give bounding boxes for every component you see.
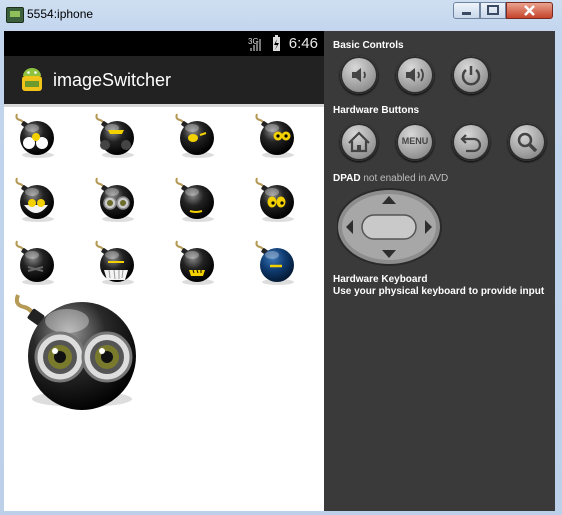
power-icon xyxy=(461,66,481,86)
bomb-thumbnail[interactable] xyxy=(172,175,220,223)
bomb-thumbnail[interactable] xyxy=(92,238,140,286)
power-button[interactable] xyxy=(452,56,490,94)
dpad-title: DPAD xyxy=(333,173,361,184)
emulator-controls-panel: Basic Controls Hardware Buttons MENU DPA… xyxy=(324,31,555,511)
title-bar: 5554:iphone xyxy=(0,0,562,30)
dpad-note: not enabled in AVD xyxy=(363,173,449,184)
volume-down-button[interactable] xyxy=(340,56,378,94)
close-button[interactable] xyxy=(506,2,553,19)
bomb-thumbnail[interactable] xyxy=(252,238,300,286)
image-switcher-preview[interactable] xyxy=(12,289,142,414)
clock: 6:46 xyxy=(288,35,318,52)
device-screen: 3G 6:46 imageSwitcher xyxy=(4,31,324,511)
maximize-button[interactable] xyxy=(480,2,506,19)
basic-controls-heading: Basic Controls xyxy=(333,40,404,51)
volume-up-button[interactable] xyxy=(396,56,434,94)
emulator-window: 5554:iphone 3G 6:46 imageSwitcher Basic … xyxy=(0,0,562,515)
volume-down-icon xyxy=(352,68,366,82)
volume-up-icon xyxy=(406,68,424,82)
emulator-app-icon xyxy=(6,7,24,23)
bomb-thumbnail[interactable] xyxy=(252,111,300,159)
home-button[interactable] xyxy=(340,123,378,161)
app-title: imageSwitcher xyxy=(53,70,172,90)
bomb-thumbnail[interactable] xyxy=(172,111,220,159)
search-button[interactable] xyxy=(508,123,546,161)
search-icon xyxy=(517,132,538,153)
bomb-thumbnail[interactable] xyxy=(92,111,140,159)
dpad-heading: DPAD not enabled in AVD xyxy=(333,173,448,184)
bomb-thumbnail[interactable] xyxy=(172,238,220,286)
signal-icon: 3G xyxy=(248,35,280,51)
bomb-thumbnail[interactable] xyxy=(12,238,60,286)
bomb-thumbnail[interactable] xyxy=(92,175,140,223)
dpad-center-button[interactable] xyxy=(361,214,417,240)
hardware-keyboard-note: Use your physical keyboard to provide in… xyxy=(333,286,545,297)
dpad-control[interactable] xyxy=(337,188,443,266)
home-icon xyxy=(348,131,370,153)
bomb-thumbnail[interactable] xyxy=(12,111,60,159)
bomb-thumbnail[interactable] xyxy=(12,175,60,223)
bomb-thumbnail[interactable] xyxy=(252,175,300,223)
status-bar: 3G 6:46 xyxy=(4,31,324,56)
android-icon xyxy=(22,68,42,91)
back-icon xyxy=(460,134,482,153)
menu-button-label: MENU xyxy=(401,136,429,146)
minimize-button[interactable] xyxy=(453,2,480,19)
hardware-keyboard-heading: Hardware Keyboard xyxy=(333,274,428,285)
window-title: 5554:iphone xyxy=(27,7,94,21)
action-bar: imageSwitcher xyxy=(4,56,324,104)
menu-button[interactable]: MENU xyxy=(396,123,434,161)
back-button[interactable] xyxy=(452,123,490,161)
hardware-buttons-heading: Hardware Buttons xyxy=(333,105,420,116)
action-bar-divider xyxy=(4,104,324,107)
